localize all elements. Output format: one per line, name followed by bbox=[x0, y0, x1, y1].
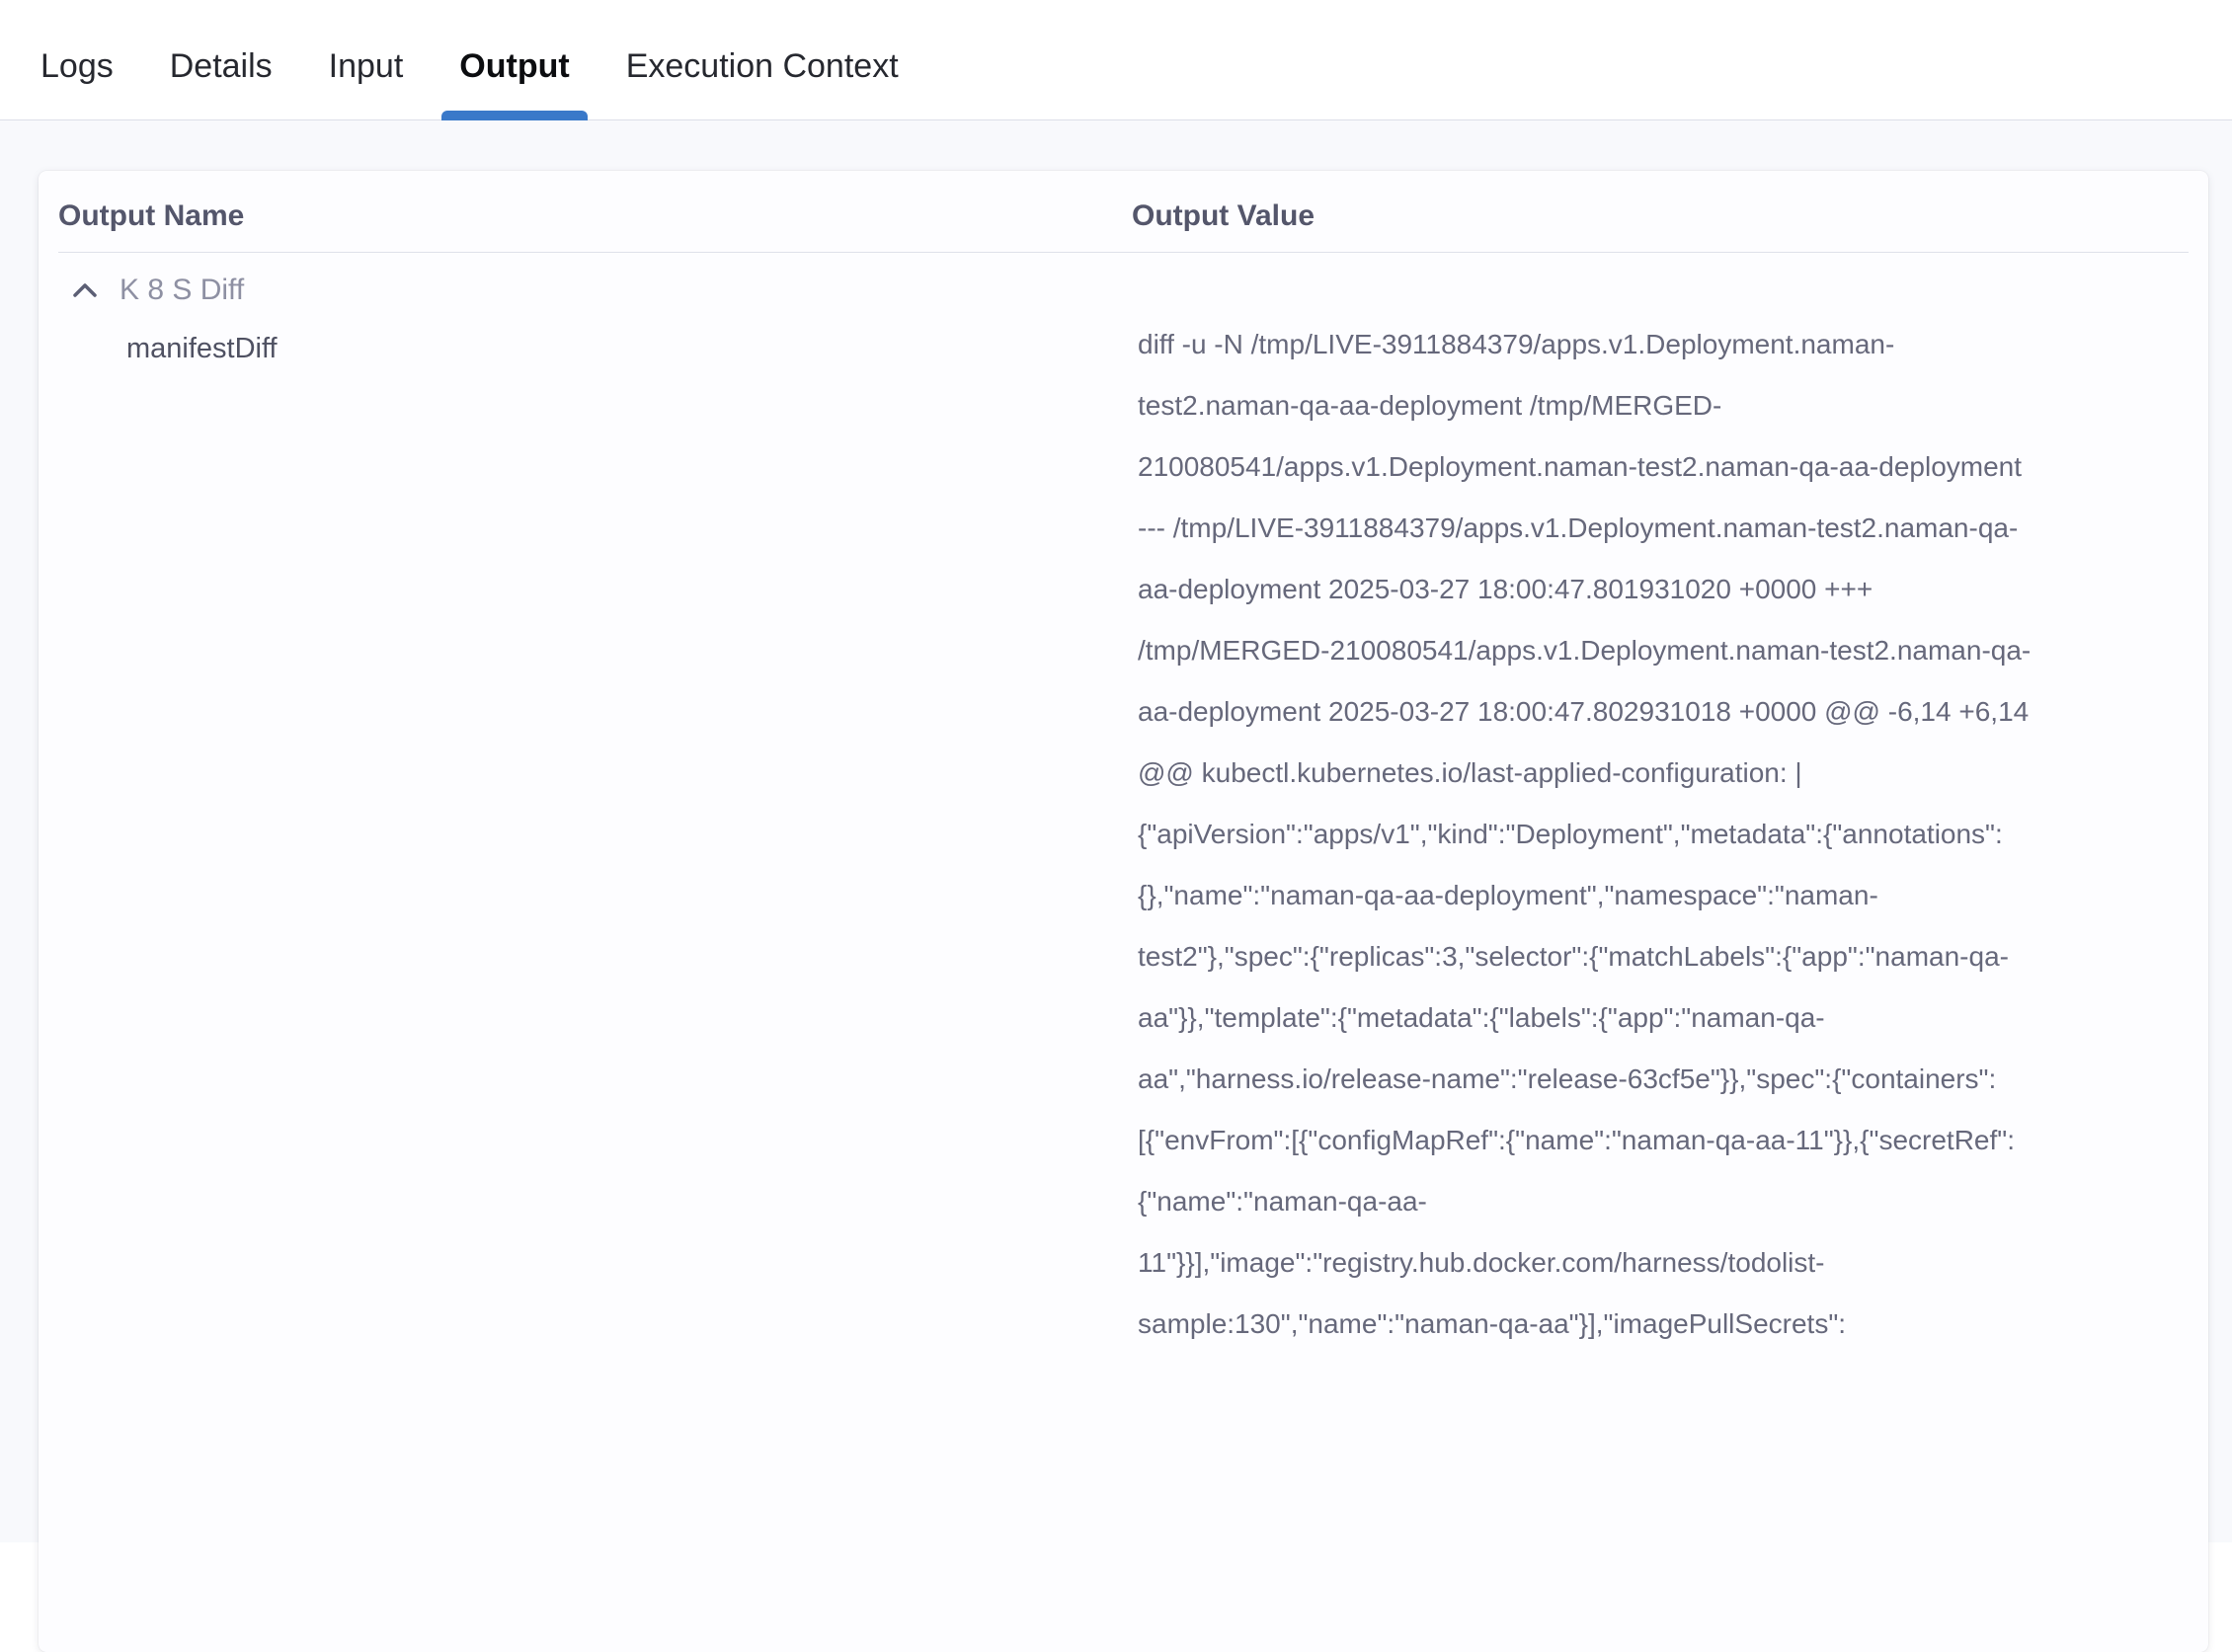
tab-bar: Logs Details Input Output Execution Cont… bbox=[0, 0, 2232, 120]
output-table-card: Output Name Output Value K 8 S Diff mani… bbox=[39, 171, 2208, 1652]
tab-output[interactable]: Output bbox=[441, 14, 587, 119]
group-row-k8s-diff[interactable]: K 8 S Diff bbox=[39, 270, 2208, 311]
table-row-manifest-diff: manifestDiff diff -u -N /tmp/LIVE-391188… bbox=[39, 311, 2208, 1355]
tab-execution-context[interactable]: Execution Context bbox=[608, 14, 917, 119]
column-header-output-name: Output Name bbox=[58, 201, 1132, 231]
output-panel: Output Name Output Value K 8 S Diff mani… bbox=[0, 120, 2232, 1542]
column-header-output-value: Output Value bbox=[1132, 201, 2189, 231]
output-name-cell: manifestDiff bbox=[39, 311, 1138, 364]
tab-input[interactable]: Input bbox=[311, 14, 422, 119]
tab-details[interactable]: Details bbox=[152, 14, 290, 119]
table-header-row: Output Name Output Value bbox=[58, 171, 2189, 253]
chevron-up-icon[interactable] bbox=[72, 280, 98, 300]
tab-logs[interactable]: Logs bbox=[23, 14, 131, 119]
group-label: K 8 S Diff bbox=[120, 274, 244, 307]
output-value-cell: diff -u -N /tmp/LIVE-3911884379/apps.v1.… bbox=[1138, 311, 2034, 1355]
